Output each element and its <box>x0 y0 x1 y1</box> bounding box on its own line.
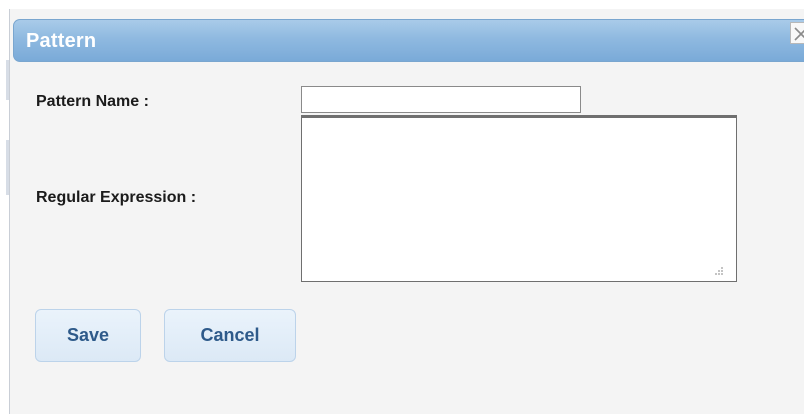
cancel-button[interactable]: Cancel <box>164 309 296 362</box>
page: Pattern Pattern Name : Regular Expressio… <box>0 0 804 414</box>
dialog-titlebar[interactable]: Pattern <box>13 19 804 62</box>
close-button[interactable] <box>790 22 804 44</box>
dialog-title: Pattern <box>26 30 97 52</box>
save-button[interactable]: Save <box>35 309 141 362</box>
pattern-name-label: Pattern Name : <box>36 93 149 110</box>
pattern-dialog: Pattern Pattern Name : Regular Expressio… <box>9 9 804 414</box>
regular-expression-textarea[interactable] <box>301 115 737 282</box>
pattern-name-input[interactable] <box>301 86 581 113</box>
close-icon <box>794 27 804 41</box>
resize-grip-icon[interactable] <box>710 264 724 278</box>
regular-expression-label: Regular Expression : <box>36 189 197 206</box>
background-page-edge <box>0 0 9 414</box>
